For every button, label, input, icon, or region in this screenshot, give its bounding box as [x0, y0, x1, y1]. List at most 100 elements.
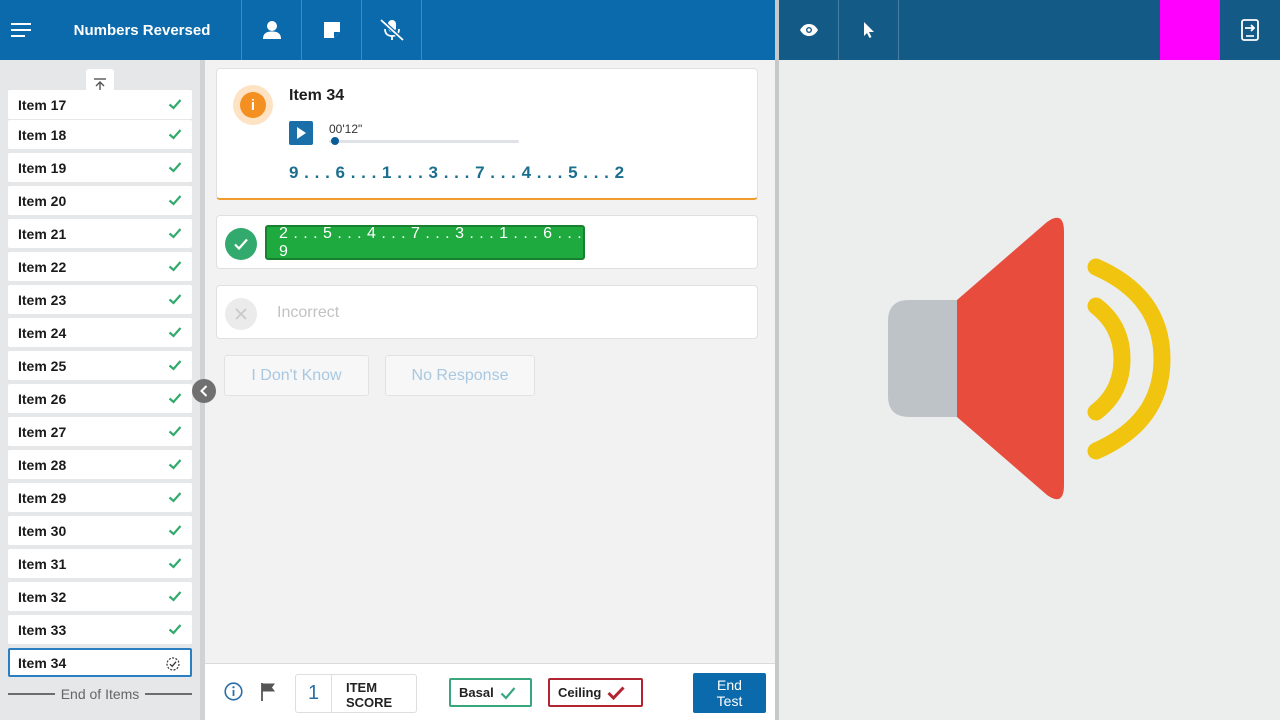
- sidebar-item-label: Item 24: [18, 324, 67, 341]
- sidebar-item-label: Item 20: [18, 192, 67, 209]
- sidebar-item[interactable]: Item 25: [8, 351, 192, 380]
- incorrect-button[interactable]: [225, 298, 257, 330]
- sidebar-item[interactable]: Item 31: [8, 549, 192, 578]
- check-icon: [168, 525, 182, 536]
- incorrect-label: Incorrect: [277, 304, 340, 321]
- ceiling-button[interactable]: Ceiling: [548, 678, 643, 707]
- info-icon: i: [240, 92, 266, 118]
- check-icon: [168, 261, 182, 272]
- mic-button[interactable]: [362, 0, 421, 60]
- info-button[interactable]: [224, 682, 243, 706]
- audio-progress-knob[interactable]: [330, 137, 339, 145]
- sidebar-item[interactable]: Item 30: [8, 516, 192, 545]
- sidebar-item-label: Item 31: [18, 555, 67, 572]
- sidebar-item[interactable]: Item 28: [8, 450, 192, 479]
- exit-view-button[interactable]: [1220, 0, 1280, 60]
- correct-response-row: 2 . . . 5 . . . 4 . . . 7 . . . 3 . . . …: [216, 215, 758, 269]
- check-icon: [168, 426, 182, 437]
- end-of-items-label: End of Items: [60, 686, 140, 702]
- sidebar-item-label: Item 18: [18, 126, 67, 143]
- sidebar-item-label: Item 27: [18, 423, 67, 440]
- divider: [898, 0, 899, 60]
- sidebar-item-label: Item 23: [18, 291, 67, 308]
- menu-icon: [11, 23, 31, 37]
- sidebar-item[interactable]: Item 24: [8, 318, 192, 347]
- ceiling-label: Ceiling: [558, 685, 602, 700]
- examinee-view: [779, 60, 1280, 720]
- correct-button[interactable]: [225, 228, 257, 260]
- info-badge[interactable]: i: [233, 85, 273, 125]
- note-icon: [323, 22, 340, 38]
- audio-progress-track[interactable]: [329, 140, 519, 143]
- end-test-button[interactable]: End Test: [693, 673, 766, 713]
- sidebar-item-label: Item 19: [18, 159, 67, 176]
- rule: [8, 693, 55, 695]
- menu-button[interactable]: [0, 0, 42, 60]
- pointer-button[interactable]: [839, 0, 898, 60]
- show-view-button[interactable]: [779, 0, 838, 60]
- sidebar-item[interactable]: Item 26: [8, 384, 192, 413]
- person-icon: [262, 21, 281, 39]
- check-icon: [168, 624, 182, 635]
- sidebar-item[interactable]: Item 17: [8, 90, 192, 119]
- sidebar-item[interactable]: Item 20: [8, 186, 192, 215]
- sidebar-item[interactable]: Item 19: [8, 153, 192, 182]
- in-progress-icon: [166, 657, 180, 671]
- sidebar-item-label: Item 33: [18, 621, 67, 638]
- examinee-button[interactable]: [242, 0, 301, 60]
- check-icon: [500, 686, 516, 700]
- top-bar: Numbers Reversed: [0, 0, 775, 60]
- stimulus-sequence: 9 . . . 6 . . . 1 . . . 3 . . . 7 . . . …: [289, 163, 625, 182]
- check-icon: [168, 228, 182, 239]
- check-icon: [168, 459, 182, 470]
- no-response-button[interactable]: No Response: [385, 355, 535, 396]
- sidebar-item[interactable]: Item 21: [8, 219, 192, 248]
- magenta-block: [1160, 0, 1220, 60]
- sidebar-item[interactable]: Item 18: [8, 120, 192, 149]
- item-score-label: ITEM SCORE: [346, 680, 393, 710]
- sidebar-item[interactable]: Item 23: [8, 285, 192, 314]
- sidebar-item-label: Item 30: [18, 522, 67, 539]
- sidebar-item[interactable]: Item 33: [8, 615, 192, 644]
- item-title: Item 34: [289, 87, 345, 104]
- divider: [421, 0, 422, 60]
- check-icon: [168, 195, 182, 206]
- speaker-cone: [957, 217, 1064, 500]
- basal-label: Basal: [459, 685, 494, 700]
- sidebar-item[interactable]: Item 32: [8, 582, 192, 611]
- correct-answer[interactable]: 2 . . . 5 . . . 4 . . . 7 . . . 3 . . . …: [265, 225, 585, 260]
- flag-icon: [261, 683, 275, 701]
- check-icon: [234, 238, 248, 251]
- end-of-items: End of Items: [8, 684, 192, 704]
- rule: [145, 693, 192, 695]
- exit-icon: [1241, 19, 1259, 41]
- sidebar-item[interactable]: Item 22: [8, 252, 192, 281]
- sidebar-item-label: Item 22: [18, 258, 67, 275]
- check-icon: [168, 360, 182, 371]
- pointer-icon: [863, 22, 874, 38]
- sidebar-item-label: Item 28: [18, 456, 67, 473]
- speaker-body: [888, 300, 957, 417]
- dont-know-button[interactable]: I Don't Know: [224, 355, 369, 396]
- chevron-left-icon: [200, 385, 208, 397]
- sidebar-item-label: Item 21: [18, 225, 67, 242]
- check-icon: [168, 99, 182, 110]
- sidebar-item[interactable]: Item 29: [8, 483, 192, 512]
- collapse-sidebar-button[interactable]: [192, 379, 216, 403]
- bottom-bar: 1 ITEM SCORE Basal Ceiling End Test: [205, 663, 775, 720]
- play-button[interactable]: [289, 121, 313, 145]
- end-test-label: End Test: [716, 677, 743, 709]
- sidebar-item-label: Item 26: [18, 390, 67, 407]
- play-icon: [297, 127, 306, 139]
- sidebar-item[interactable]: Item 34: [8, 648, 192, 677]
- basal-button[interactable]: Basal: [449, 678, 532, 707]
- item-sidebar: Item 17 Item 18 Item 19 Item 20 Item 21 Item…: [0, 60, 200, 720]
- sidebar-item[interactable]: Item 27: [8, 417, 192, 446]
- check-icon: [168, 591, 182, 602]
- item-score-value: 1: [296, 675, 332, 712]
- incorrect-response-row: Incorrect: [216, 285, 758, 339]
- flag-button[interactable]: [260, 682, 277, 706]
- sidebar-item-label: Item 29: [18, 489, 67, 506]
- check-icon: [607, 685, 625, 700]
- notes-button[interactable]: [302, 0, 361, 60]
